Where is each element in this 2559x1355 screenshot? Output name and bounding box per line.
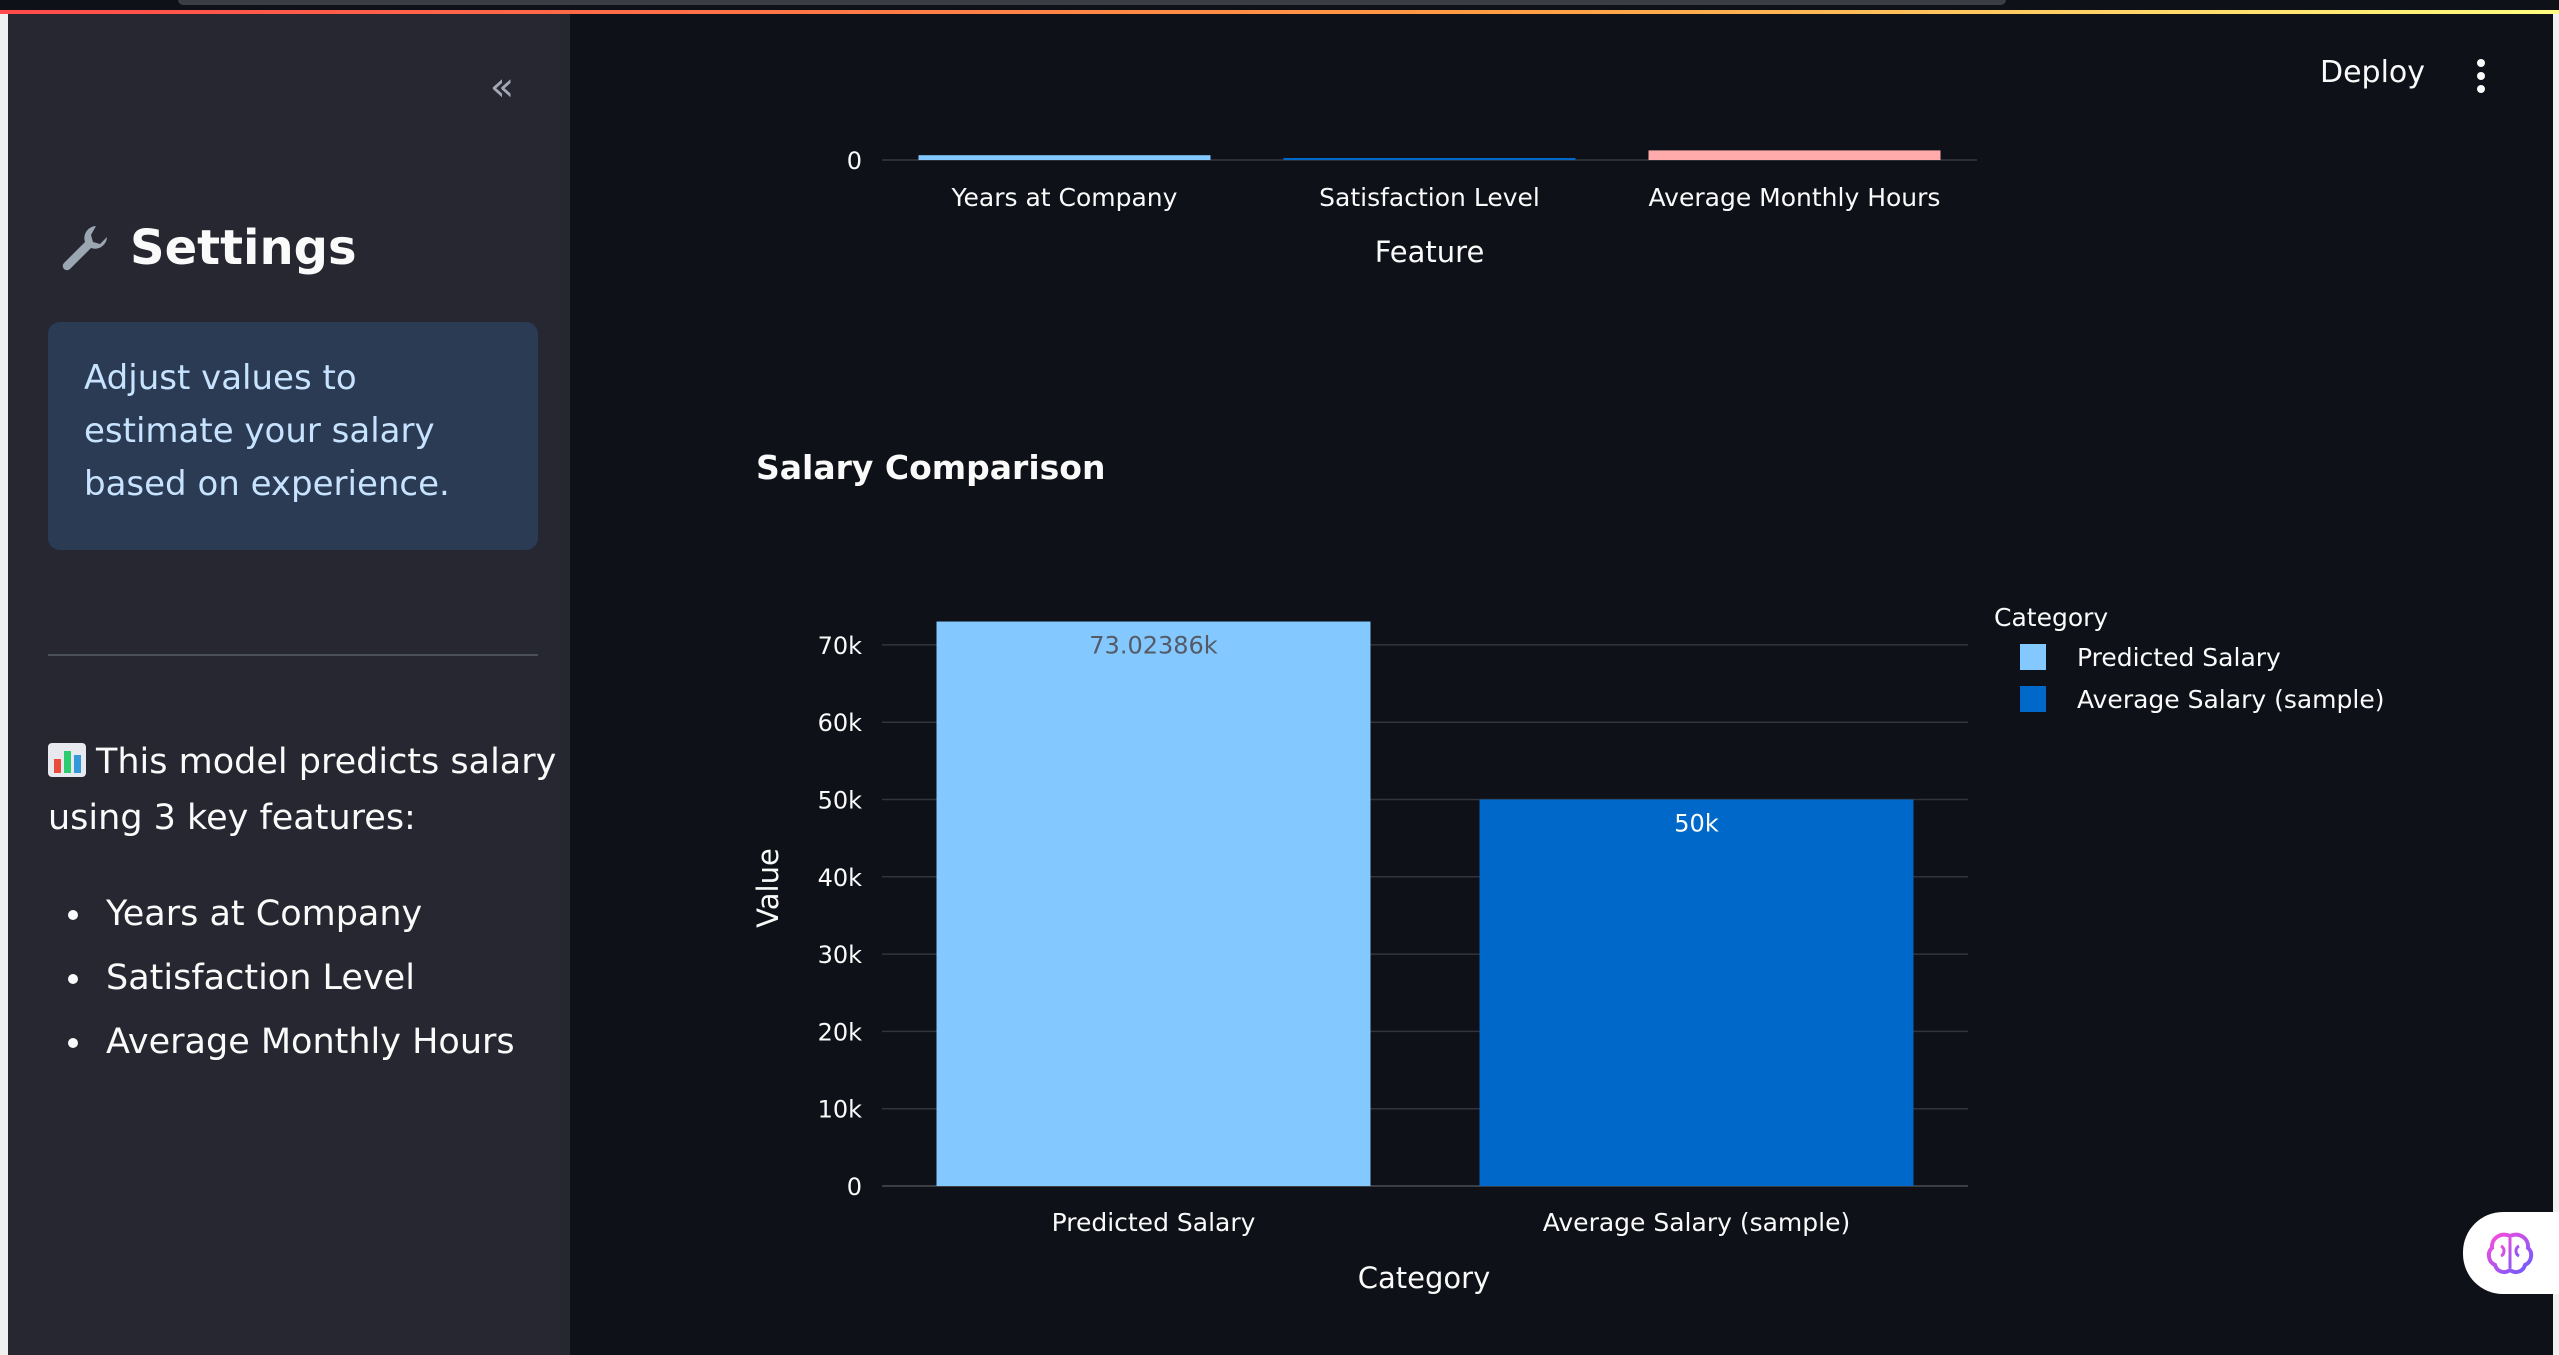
- window-frame-left: [0, 14, 8, 1355]
- chart2-y-tick-label: 50k: [818, 787, 863, 815]
- chart2-y-tick-label: 40k: [818, 864, 863, 892]
- chart1-x-axis-label: Feature: [1375, 235, 1485, 269]
- chart1-x-tick-label: Satisfaction Level: [1319, 183, 1540, 212]
- section-title: Salary Comparison: [756, 448, 1106, 487]
- vertical-dots-icon[interactable]: [2474, 58, 2488, 94]
- chart1-x-tick-label: Years at Company: [951, 183, 1178, 212]
- sidebar-title-label: Settings: [130, 220, 357, 276]
- list-item: Average Monthly Hours: [56, 1010, 515, 1074]
- chart2-bar: [936, 621, 1371, 1186]
- sidebar-title: Settings: [56, 220, 357, 276]
- chart1-bar: [1283, 158, 1576, 160]
- brain-icon: [2486, 1232, 2534, 1275]
- chart2-legend-swatch: [2020, 686, 2046, 712]
- bar-chart-icon: [48, 743, 86, 777]
- chart2-bar: [1479, 799, 1914, 1186]
- list-item: Years at Company: [56, 882, 515, 946]
- window-frame-right: [2553, 14, 2559, 1355]
- chart2-y-tick-label: 0: [847, 1173, 862, 1201]
- chart2-legend-entry: Predicted Salary: [2077, 643, 2281, 672]
- chart1-y-tick-label: 0: [847, 147, 862, 175]
- browser-top-bar: [0, 0, 2559, 14]
- collapse-sidebar-button[interactable]: «: [474, 59, 530, 115]
- chart1-x-tick-label: Average Monthly Hours: [1649, 183, 1941, 212]
- feature-list: Years at Company Satisfaction Level Aver…: [56, 882, 515, 1074]
- info-alert: Adjust values to estimate your salary ba…: [48, 322, 538, 550]
- chart2-y-tick-label: 20k: [818, 1018, 863, 1046]
- chart2-data-label: 50k: [1674, 810, 1719, 838]
- chart2-legend-swatch: [2020, 644, 2046, 670]
- chart2-legend-entry: Average Salary (sample): [2077, 685, 2384, 714]
- double-chevron-left-icon: «: [489, 64, 515, 110]
- chart2-data-label: 73.02386k: [1089, 632, 1218, 660]
- info-alert-text: Adjust values to estimate your salary ba…: [84, 358, 450, 504]
- chart2-legend-title: Category: [1994, 603, 2108, 632]
- deploy-button[interactable]: Deploy: [2320, 55, 2425, 90]
- model-description-text: This model predicts salary using 3 key f…: [48, 742, 557, 838]
- chart2-y-tick-label: 70k: [818, 632, 863, 660]
- chart2-y-tick-label: 60k: [818, 709, 863, 737]
- chart2-x-tick-label: Predicted Salary: [1052, 1208, 1256, 1237]
- wrench-icon: [62, 226, 107, 271]
- chart1-bar: [1648, 150, 1941, 160]
- chart2-x-axis-label: Category: [1358, 1261, 1490, 1295]
- chart2-y-axis-label: Value: [751, 848, 785, 928]
- sidebar-divider: [48, 654, 538, 656]
- assistant-button[interactable]: [2463, 1212, 2559, 1294]
- chart1-bar: [918, 155, 1211, 160]
- chart2-y-tick-label: 30k: [818, 941, 863, 969]
- list-item: Satisfaction Level: [56, 946, 515, 1010]
- model-description: This model predicts salary using 3 key f…: [48, 734, 568, 846]
- chart2-x-tick-label: Average Salary (sample): [1543, 1208, 1850, 1237]
- sidebar: « Settings Adjust values to estimate you…: [8, 14, 570, 1355]
- chart2-y-tick-label: 10k: [818, 1096, 863, 1124]
- address-bar: [178, 0, 2006, 5]
